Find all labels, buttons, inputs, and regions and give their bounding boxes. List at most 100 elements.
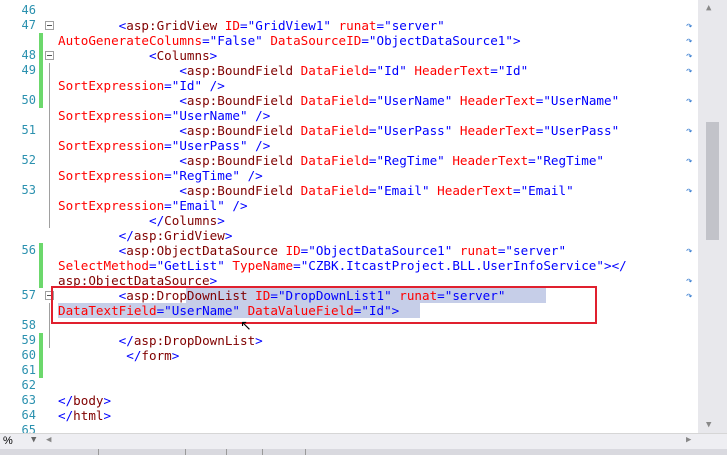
code-token: runat bbox=[331, 18, 377, 33]
code-token: "Email" bbox=[171, 198, 225, 213]
highlight-box bbox=[51, 286, 597, 324]
code-line[interactable]: <asp:BoundField DataField="UserName" Hea… bbox=[58, 93, 619, 108]
code-token: > bbox=[224, 228, 233, 243]
code-editor[interactable]: 46 47 48 49 50 51 52 53 56 57 58 59 60 61 62 63 64 65 <as… bbox=[0, 0, 698, 433]
code-token: DataField bbox=[293, 153, 369, 168]
code-token: "ObjectDataSource1" bbox=[308, 243, 453, 258]
code-token: "ObjectDataSource1" bbox=[368, 33, 513, 48]
code-token: "RegTime" bbox=[171, 168, 240, 183]
line-number: 63 bbox=[21, 393, 36, 407]
scrollbar-thumb[interactable] bbox=[706, 122, 719, 240]
code-token: < bbox=[179, 63, 187, 78]
code-token: SortExpression bbox=[58, 78, 165, 93]
code-token: </ bbox=[149, 213, 165, 228]
code-token: </ bbox=[58, 408, 74, 423]
line-number: 61 bbox=[21, 363, 36, 377]
code-line[interactable]: SortExpression="Id" /> bbox=[58, 78, 225, 93]
code-token: Columns bbox=[164, 213, 218, 228]
code-token: > bbox=[512, 33, 521, 48]
code-token: = bbox=[149, 258, 157, 273]
code-token: SortExpression bbox=[58, 168, 165, 183]
code-token: DataField bbox=[293, 63, 369, 78]
code-line[interactable]: </asp:GridView> bbox=[58, 228, 233, 243]
code-token: asp:BoundField bbox=[186, 123, 294, 138]
line-number: 57 bbox=[21, 288, 36, 302]
smart-tag-icon[interactable]: ↷ bbox=[686, 183, 696, 198]
line-number: 49 bbox=[21, 63, 36, 77]
vertical-scrollbar[interactable]: ▲ ▼ bbox=[698, 0, 727, 433]
code-line[interactable]: <asp:BoundField DataField="UserPass" Hea… bbox=[58, 123, 619, 138]
code-line[interactable]: SelectMethod="GetList" TypeName="CZBK.It… bbox=[58, 258, 627, 273]
tab-item[interactable] bbox=[305, 449, 348, 455]
line-number: 58 bbox=[21, 318, 36, 332]
scroll-down-icon[interactable]: ▼ bbox=[706, 420, 711, 430]
fold-guide-line bbox=[49, 63, 50, 228]
change-marker bbox=[39, 243, 43, 288]
scroll-right-icon[interactable]: ▶ bbox=[686, 435, 691, 445]
smart-tag-icon[interactable]: ↷ bbox=[686, 123, 696, 138]
code-token: "UserPass" bbox=[543, 123, 620, 138]
code-token: form bbox=[141, 348, 172, 363]
code-token: asp:BoundField bbox=[186, 63, 294, 78]
tab-item[interactable] bbox=[185, 449, 226, 455]
code-line[interactable]: </asp:DropDownList> bbox=[58, 333, 263, 348]
tab-item[interactable] bbox=[226, 449, 262, 455]
code-line[interactable]: <asp:BoundField DataField="Id" HeaderTex… bbox=[58, 63, 528, 78]
code-line[interactable]: <asp:ObjectDataSource ID="ObjectDataSour… bbox=[58, 243, 566, 258]
scroll-up-icon[interactable]: ▲ bbox=[706, 3, 711, 13]
zoom-level[interactable]: % bbox=[3, 435, 13, 447]
code-token: > bbox=[103, 408, 112, 423]
smart-tag-icon[interactable]: ↷ bbox=[686, 63, 696, 78]
code-token: "UserName" bbox=[376, 93, 453, 108]
code-token: "False" bbox=[209, 33, 263, 48]
code-line[interactable]: AutoGenerateColumns="False" DataSourceID… bbox=[58, 33, 521, 48]
code-line[interactable]: </form> bbox=[58, 348, 179, 363]
code-token: < bbox=[179, 153, 187, 168]
smart-tag-icon[interactable]: ↷ bbox=[686, 288, 696, 303]
chevron-down-icon[interactable]: ▼ bbox=[31, 435, 36, 445]
code-line[interactable]: <asp:BoundField DataField="RegTime" Head… bbox=[58, 153, 604, 168]
smart-tag-icon[interactable]: ↷ bbox=[686, 93, 696, 108]
smart-tag-icon[interactable]: ↷ bbox=[686, 243, 696, 258]
code-line[interactable]: SortExpression="UserPass" /> bbox=[58, 138, 270, 153]
fold-collapse-icon[interactable] bbox=[45, 21, 54, 30]
code-token: </ bbox=[118, 228, 134, 243]
code-token: = bbox=[202, 33, 210, 48]
fold-collapse-icon[interactable] bbox=[45, 51, 54, 60]
code-token: = bbox=[164, 168, 172, 183]
code-token: html bbox=[73, 408, 104, 423]
smart-tag-icon[interactable]: ↷ bbox=[686, 18, 696, 33]
code-token: = bbox=[368, 153, 377, 168]
code-line[interactable]: </html> bbox=[58, 408, 111, 423]
code-token: /> bbox=[240, 168, 263, 183]
code-token: SelectMethod bbox=[58, 258, 149, 273]
code-line[interactable]: <Columns> bbox=[58, 48, 217, 63]
code-token: > bbox=[217, 213, 225, 228]
tab-item[interactable] bbox=[98, 449, 147, 455]
code-token: asp:GridView bbox=[126, 18, 218, 33]
smart-tag-icon[interactable]: ↷ bbox=[686, 48, 696, 63]
line-number: 50 bbox=[21, 93, 36, 107]
scroll-left-icon[interactable]: ◀ bbox=[46, 435, 51, 445]
code-line[interactable]: </body> bbox=[58, 393, 111, 408]
line-number: 65 bbox=[21, 423, 36, 433]
code-line[interactable]: <asp:GridView ID="GridView1" runat="serv… bbox=[58, 18, 445, 33]
code-line[interactable]: <asp:BoundField DataField="Email" Header… bbox=[58, 183, 573, 198]
smart-tag-icon[interactable]: ↷ bbox=[686, 273, 696, 288]
smart-tag-icon[interactable]: ↷ bbox=[686, 33, 696, 48]
code-token: asp:BoundField bbox=[186, 93, 294, 108]
code-line[interactable]: SortExpression="RegTime" /> bbox=[58, 168, 263, 183]
code-token: = bbox=[368, 93, 377, 108]
fold-guide-line bbox=[49, 303, 50, 348]
code-token: = bbox=[368, 183, 377, 198]
code-line[interactable]: SortExpression="Email" /> bbox=[58, 198, 248, 213]
code-line[interactable]: SortExpression="UserName" /> bbox=[58, 108, 270, 123]
tab-item[interactable] bbox=[262, 449, 305, 455]
code-token: = bbox=[368, 123, 377, 138]
code-line[interactable]: </Columns> bbox=[58, 213, 225, 228]
smart-tag-icon[interactable]: ↷ bbox=[686, 153, 696, 168]
code-token: = bbox=[490, 63, 498, 78]
document-tab-strip[interactable] bbox=[0, 449, 727, 455]
